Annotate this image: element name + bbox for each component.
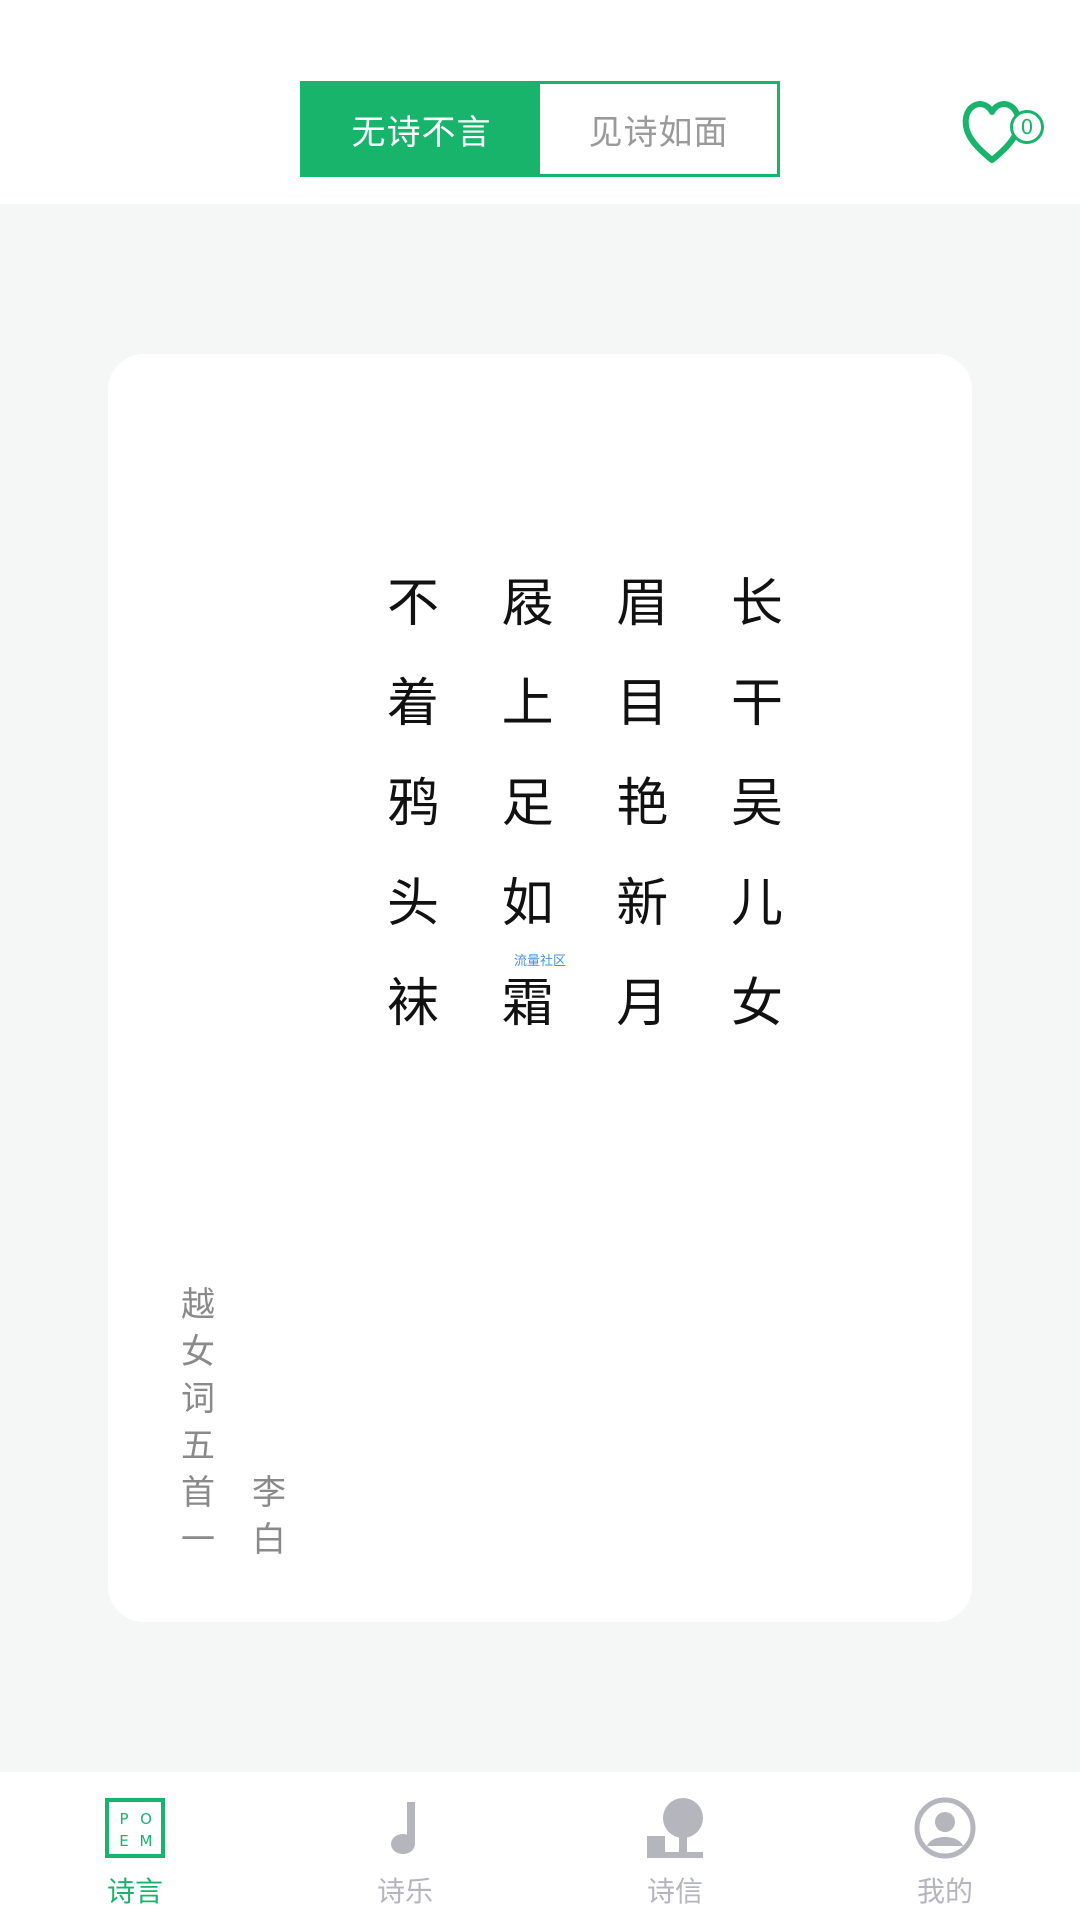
poem-body: 长 干 吴 儿 女 眉 目 艳 新 月 屐 上 足 如 霜 不 着 鸦 头 袜 — [385, 548, 785, 1048]
poem-line-1: 长 干 吴 儿 女 — [729, 548, 785, 1048]
tab-label: 诗信 — [646, 1875, 703, 1908]
poem-author: 李 白 — [247, 1466, 291, 1560]
favorites-count-badge: 0 — [1010, 110, 1044, 144]
segment-tab-poem-words[interactable]: 无诗不言 — [303, 84, 540, 174]
poem-logo-icon: P O E M — [103, 1796, 167, 1860]
poem-title: 越 女 词 五 首 一 — [176, 1278, 220, 1560]
poem-char: 袜 — [386, 973, 439, 1034]
tab-poem-music[interactable]: 诗乐 — [270, 1772, 540, 1920]
poem-char: 头 — [386, 873, 439, 934]
mailbox-icon — [643, 1796, 707, 1860]
poem-char: 足 — [501, 773, 554, 834]
tab-mine[interactable]: 我的 — [810, 1772, 1080, 1920]
music-note-icon — [373, 1796, 437, 1860]
watermark-text: 流量社区 — [513, 954, 566, 969]
svg-text:E: E — [119, 1832, 128, 1850]
svg-text:P: P — [119, 1810, 128, 1828]
poem-char: 儿 — [730, 873, 783, 934]
svg-text:M: M — [140, 1832, 153, 1850]
tab-label: 诗言 — [106, 1875, 163, 1908]
title-char: 女 — [181, 1332, 215, 1372]
poem-char: 着 — [386, 673, 439, 734]
tab-poem-letters[interactable]: 诗信 — [540, 1772, 810, 1920]
poem-char: 吴 — [730, 773, 783, 834]
tab-label: 诗乐 — [376, 1875, 433, 1908]
poem-char: 目 — [616, 673, 669, 734]
author-char: 李 — [252, 1473, 286, 1513]
poem-char: 如 — [501, 873, 554, 934]
title-char: 五 — [181, 1426, 215, 1466]
author-char: 白 — [252, 1520, 286, 1560]
poem-line-3: 屐 上 足 如 霜 — [500, 548, 556, 1048]
title-char: 词 — [181, 1379, 215, 1419]
title-char: 一 — [181, 1520, 215, 1560]
bottom-tab-bar: P O E M 诗言 诗乐 诗信 我的 — [0, 1772, 1080, 1920]
poem-char: 女 — [730, 973, 783, 1034]
segment-control: 无诗不言 见诗如面 — [300, 81, 780, 177]
svg-text:O: O — [140, 1810, 152, 1828]
poem-char: 月 — [616, 973, 669, 1034]
segment-tab-poem-face[interactable]: 见诗如面 — [540, 84, 777, 174]
poem-char: 眉 — [616, 573, 669, 634]
poem-char: 新 — [616, 873, 669, 934]
poem-char: 干 — [730, 673, 783, 734]
poem-line-2: 眉 目 艳 新 月 — [614, 548, 670, 1048]
poem-char: 上 — [501, 673, 554, 734]
title-char: 越 — [181, 1285, 215, 1325]
poem-char: 鸦 — [386, 773, 439, 834]
poem-char: 长 — [730, 573, 783, 634]
poem-char: 艳 — [616, 773, 669, 834]
tab-poem-words[interactable]: P O E M 诗言 — [0, 1772, 270, 1920]
poem-char: 屐 — [501, 573, 554, 634]
poem-line-4: 不 着 鸦 头 袜 — [385, 548, 441, 1048]
poem-char: 不 — [386, 573, 439, 634]
user-avatar-icon — [913, 1796, 977, 1860]
title-char: 首 — [181, 1473, 215, 1513]
tab-label: 我的 — [916, 1875, 973, 1908]
